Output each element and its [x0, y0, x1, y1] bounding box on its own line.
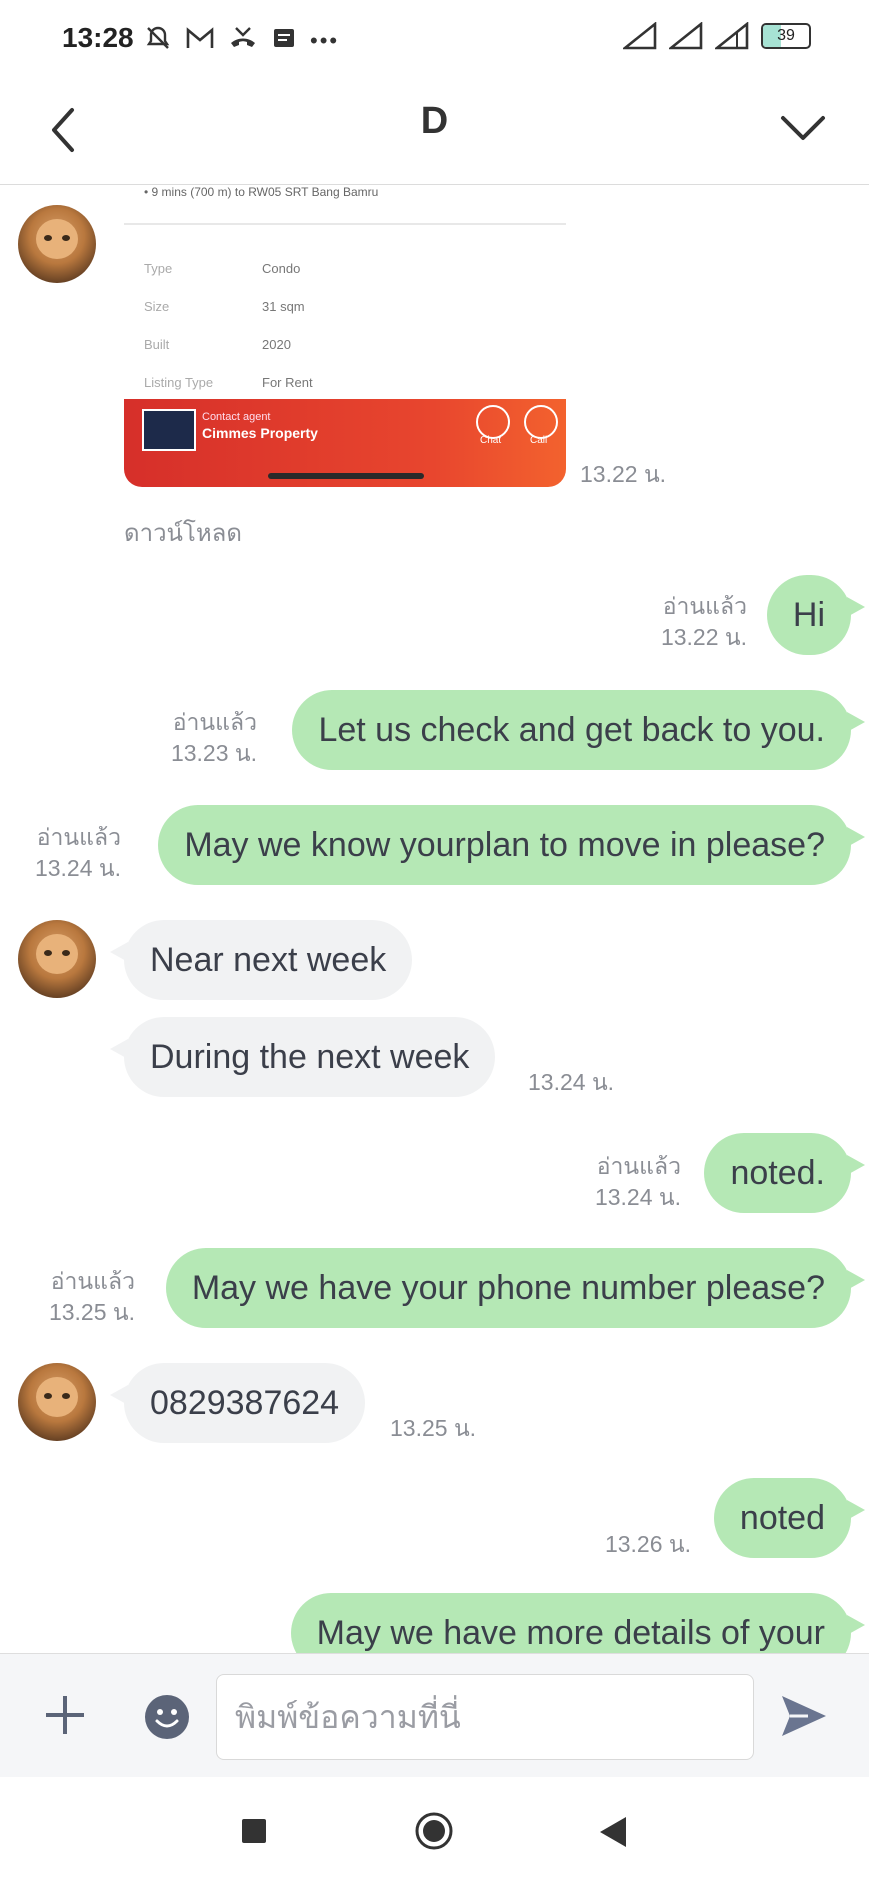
circle-icon[interactable]	[414, 1811, 454, 1851]
read-receipt: อ่านแล้ว	[596, 1153, 681, 1179]
message-meta: อ่านแล้ว 13.22 น.	[661, 591, 747, 653]
chat-bubble-icon	[476, 405, 510, 439]
read-receipt: อ่านแล้ว	[36, 824, 121, 850]
outgoing-message[interactable]: May we have your phone number please?	[165, 1248, 866, 1328]
square-icon[interactable]	[240, 1817, 268, 1845]
battery-icon: 39	[761, 23, 811, 49]
avatar[interactable]	[18, 920, 96, 998]
outgoing-message[interactable]: noted.	[704, 1133, 865, 1213]
read-receipt: อ่านแล้ว	[662, 593, 747, 619]
signal-icon	[669, 22, 703, 50]
chat-header: D	[0, 78, 869, 185]
message-time: 13.24 น.	[34, 855, 121, 881]
image-card-row: Type Condo	[144, 261, 301, 276]
incoming-message[interactable]: Near next week	[109, 920, 413, 1000]
message-input[interactable]: พิมพ์ข้อความที่นี่	[216, 1674, 754, 1760]
message-time: 13.24 น.	[528, 1069, 615, 1095]
message-meta: อ่านแล้ว 13.23 น.	[171, 707, 257, 769]
message-time: 13.22 น.	[660, 624, 747, 650]
agent-info: Contact agent Cimmes Property	[202, 409, 318, 443]
incoming-message[interactable]: During the next week	[109, 1017, 496, 1097]
message-icon	[272, 26, 296, 55]
wifi-signal-icon	[715, 22, 749, 50]
emoji-icon[interactable]	[144, 1694, 190, 1740]
phone-icon	[524, 405, 558, 439]
chevron-down-icon[interactable]	[777, 106, 829, 150]
chat-label: Chat	[480, 435, 502, 446]
message-time: 13.25 น.	[390, 1415, 477, 1441]
read-receipt: อ่านแล้ว	[172, 709, 257, 735]
image-card-row: Listing Type For Rent	[144, 375, 313, 390]
download-link[interactable]: ดาวน์โหลด	[124, 513, 242, 552]
divider	[124, 223, 566, 225]
image-card-row: Size 31 sqm	[144, 299, 305, 314]
system-navigation-bar	[0, 1777, 869, 1883]
message-time: 13.22 น.	[580, 461, 667, 487]
chat-title: D	[420, 100, 449, 142]
message-meta: อ่านแล้ว 13.24 น.	[595, 1151, 681, 1213]
message-input-bar: พิมพ์ข้อความที่นี่	[0, 1653, 869, 1778]
status-bar: 13:28 ••• 39	[0, 0, 869, 78]
bell-muted-icon	[144, 24, 172, 57]
incoming-message[interactable]: 0829387624	[109, 1363, 366, 1443]
agent-logo	[142, 409, 196, 451]
outgoing-message[interactable]: May we have more details of your	[290, 1593, 866, 1653]
status-right: 39	[623, 22, 811, 50]
chat-messages[interactable]: • 9 mins (700 m) to RW05 SRT Bang Bamru …	[0, 185, 869, 1653]
outgoing-message[interactable]: noted	[713, 1478, 866, 1558]
outgoing-message[interactable]: May we know yourplan to move in please?	[158, 805, 865, 885]
triangle-back-icon[interactable]	[598, 1815, 628, 1849]
contact-agent-banner: Contact agent Cimmes Property Chat Call	[124, 399, 566, 487]
home-indicator	[268, 473, 424, 479]
image-card-caption: • 9 mins (700 m) to RW05 SRT Bang Bamru	[144, 185, 379, 199]
image-card-row: Built 2020	[144, 337, 291, 352]
message-time: 13.24 น.	[594, 1184, 681, 1210]
avatar[interactable]	[18, 205, 96, 283]
signal-icon	[623, 22, 657, 50]
status-time: 13:28	[62, 22, 134, 53]
missed-call-icon	[228, 25, 258, 56]
more-dots-icon: •••	[310, 27, 340, 53]
message-time: 13.23 น.	[170, 740, 257, 766]
avatar[interactable]	[18, 1363, 96, 1441]
outgoing-message[interactable]: Let us check and get back to you.	[292, 690, 865, 770]
message-time: 13.26 น.	[604, 1531, 691, 1557]
message-meta: อ่านแล้ว 13.24 น.	[35, 822, 121, 884]
read-receipt: อ่านแล้ว	[50, 1268, 135, 1294]
status-notification-icons: •••	[144, 24, 339, 57]
gmail-icon	[186, 26, 214, 55]
call-label: Call	[530, 435, 548, 446]
message-meta: อ่านแล้ว 13.25 น.	[49, 1266, 135, 1328]
battery-level: 39	[777, 27, 795, 44]
outgoing-message[interactable]: Hi	[766, 575, 866, 655]
plus-icon[interactable]	[42, 1692, 88, 1738]
send-icon[interactable]	[780, 1694, 828, 1738]
message-time: 13.25 น.	[48, 1299, 135, 1325]
agent-name: Cimmes Property	[202, 425, 318, 441]
agent-label: Contact agent	[202, 411, 271, 423]
shared-image-card[interactable]: • 9 mins (700 m) to RW05 SRT Bang Bamru …	[124, 185, 566, 487]
